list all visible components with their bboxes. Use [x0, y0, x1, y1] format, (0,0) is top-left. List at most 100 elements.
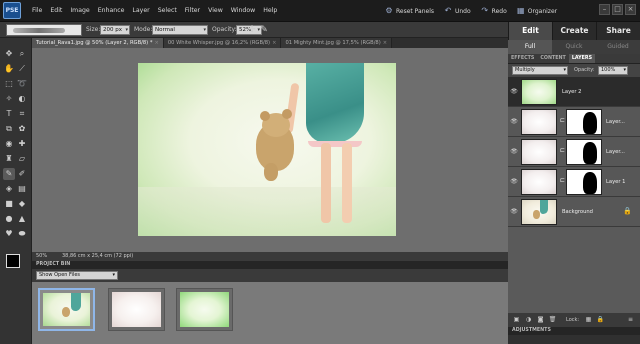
- gradient-icon[interactable]: ▤: [16, 183, 28, 195]
- eyedropper-icon[interactable]: ⟋: [16, 63, 28, 75]
- brush-settings-icon[interactable]: ✎: [258, 24, 270, 36]
- magic-wand-icon[interactable]: ✧: [3, 93, 15, 105]
- blur-icon[interactable]: ◆: [16, 198, 28, 210]
- crop-icon[interactable]: ⌗: [16, 108, 28, 120]
- tab-create[interactable]: Create: [552, 22, 596, 40]
- layer-row[interactable]: 👁 ⊏ Layer 1: [508, 167, 640, 197]
- close-icon[interactable]: ×: [272, 40, 276, 46]
- tab-content[interactable]: CONTENT: [537, 54, 568, 63]
- layer-name[interactable]: Layer 1: [606, 167, 625, 197]
- red-eye-icon[interactable]: ◉: [3, 138, 15, 150]
- redo-button[interactable]: ↷ Redo: [481, 6, 506, 15]
- layer-name[interactable]: Layer...: [606, 107, 625, 137]
- straighten-icon[interactable]: ▲: [16, 213, 28, 225]
- bin-thumbnail-1[interactable]: [38, 288, 95, 331]
- layer-row[interactable]: 👁 Background 🔒: [508, 197, 640, 227]
- close-icon[interactable]: ×: [383, 40, 387, 46]
- visibility-eye-icon[interactable]: 👁: [510, 118, 518, 126]
- doc-tab-2[interactable]: 00 White Whisper.jpg @ 16,2% (RGB/8) ×: [163, 38, 282, 48]
- menu-enhance[interactable]: Enhance: [94, 0, 129, 22]
- subtab-guided[interactable]: Guided: [596, 40, 640, 54]
- document-image[interactable]: [138, 63, 396, 236]
- eraser-icon[interactable]: ▱: [16, 153, 28, 165]
- quick-select-icon[interactable]: ◐: [16, 93, 28, 105]
- menu-filter[interactable]: Filter: [181, 0, 204, 22]
- undo-button[interactable]: ↶ Undo: [444, 7, 471, 15]
- layer-row[interactable]: 👁 ⊏ Layer...: [508, 107, 640, 137]
- lock-all-icon[interactable]: 🔒: [596, 315, 605, 324]
- layer-name[interactable]: Background: [562, 197, 593, 227]
- sponge-icon[interactable]: ●: [3, 213, 15, 225]
- visibility-eye-icon[interactable]: 👁: [510, 178, 518, 186]
- menu-layer[interactable]: Layer: [128, 0, 153, 22]
- type-icon[interactable]: T: [3, 108, 15, 120]
- project-bin-select[interactable]: Show Open Files ▾: [36, 271, 118, 280]
- visibility-eye-icon[interactable]: 👁: [510, 148, 518, 156]
- doc-tab-1[interactable]: Tutorial_Rava1.jpg @ 50% (Layer 2, RGB/8…: [32, 38, 164, 48]
- blend-mode-select[interactable]: Multiply ▾: [512, 66, 568, 75]
- custom-shape-icon[interactable]: ♥: [3, 228, 15, 240]
- zoom-icon[interactable]: ⌕: [16, 48, 28, 60]
- layer-mask-thumbnail[interactable]: [566, 139, 602, 165]
- maximize-button[interactable]: □: [612, 4, 623, 15]
- layer-mask-icon[interactable]: ◙: [536, 315, 545, 324]
- paint-bucket-icon[interactable]: ◈: [3, 183, 15, 195]
- subtab-quick[interactable]: Quick: [552, 40, 596, 54]
- visibility-eye-icon[interactable]: 👁: [510, 88, 518, 96]
- shape-icon[interactable]: ■: [3, 198, 15, 210]
- lock-transparent-icon[interactable]: ▦: [584, 315, 593, 324]
- layer-mask-thumbnail[interactable]: [566, 109, 602, 135]
- lasso-icon[interactable]: ➰: [16, 78, 28, 90]
- tab-edit[interactable]: Edit: [508, 22, 552, 40]
- organizer-button[interactable]: ▦ Organizer: [517, 7, 557, 15]
- tab-layers[interactable]: LAYERS: [568, 54, 596, 63]
- menu-view[interactable]: View: [204, 0, 227, 22]
- tab-effects[interactable]: EFFECTS: [508, 54, 537, 63]
- smart-brush-icon[interactable]: ✐: [16, 168, 28, 180]
- menu-window[interactable]: Window: [227, 0, 259, 22]
- mode-select[interactable]: Normal ▾: [152, 25, 208, 35]
- layer-name[interactable]: Layer...: [606, 137, 625, 167]
- adjustments-title[interactable]: ADJUSTMENTS: [512, 327, 551, 335]
- brush-preset-picker[interactable]: [6, 24, 82, 36]
- redo-icon: ↷: [481, 6, 489, 15]
- cookie-cutter-icon[interactable]: ✿: [16, 123, 28, 135]
- marquee-icon[interactable]: ⬚: [3, 78, 15, 90]
- menu-edit[interactable]: Edit: [46, 0, 66, 22]
- tab-share[interactable]: Share: [596, 22, 640, 40]
- menu-file[interactable]: File: [28, 0, 46, 22]
- close-button[interactable]: ×: [625, 4, 636, 15]
- spot-healing-icon[interactable]: ✚: [16, 138, 28, 150]
- new-adjustment-layer-icon[interactable]: ◑: [524, 315, 533, 324]
- zoom-level[interactable]: 50%: [36, 252, 47, 261]
- clone-stamp-icon[interactable]: ♜: [3, 153, 15, 165]
- reset-panels-button[interactable]: ⚙ Reset Panels: [385, 7, 434, 15]
- bin-thumbnail-2[interactable]: [108, 288, 165, 331]
- move-icon[interactable]: ✥: [3, 48, 15, 60]
- visibility-eye-icon[interactable]: 👁: [510, 208, 518, 216]
- layer-row[interactable]: 👁 ⊏ Layer...: [508, 137, 640, 167]
- doc-tab-3[interactable]: 01 Mighty Mint.jpg @ 17,5% (RGB/8) ×: [281, 38, 393, 48]
- airbrush-icon[interactable]: ✢: [246, 24, 258, 36]
- foreground-color-swatch[interactable]: [6, 254, 20, 268]
- bin-thumbnail-3[interactable]: [176, 288, 233, 331]
- size-input[interactable]: 200 px ▾: [100, 25, 130, 35]
- layer-mask-thumbnail[interactable]: [566, 169, 602, 195]
- burn-icon[interactable]: ⬬: [16, 228, 28, 240]
- canvas-area[interactable]: [32, 48, 508, 252]
- menu-image[interactable]: Image: [66, 0, 93, 22]
- layer-row[interactable]: 👁 Layer 2: [508, 77, 640, 107]
- menu-select[interactable]: Select: [154, 0, 181, 22]
- subtab-full[interactable]: Full: [508, 40, 552, 54]
- hand-icon[interactable]: ✋: [3, 63, 15, 75]
- new-layer-icon[interactable]: ▣: [512, 315, 521, 324]
- minimize-button[interactable]: –: [599, 4, 610, 15]
- close-icon[interactable]: ×: [154, 40, 158, 46]
- menu-help[interactable]: Help: [259, 0, 281, 22]
- panel-menu-icon[interactable]: ≡: [626, 315, 635, 324]
- layer-name[interactable]: Layer 2: [562, 77, 581, 107]
- layer-opacity-input[interactable]: 100% ▾: [598, 66, 628, 75]
- brush-icon[interactable]: ✎: [3, 168, 15, 180]
- trash-icon[interactable]: 🗑: [548, 315, 557, 324]
- recompose-icon[interactable]: ⧉: [3, 123, 15, 135]
